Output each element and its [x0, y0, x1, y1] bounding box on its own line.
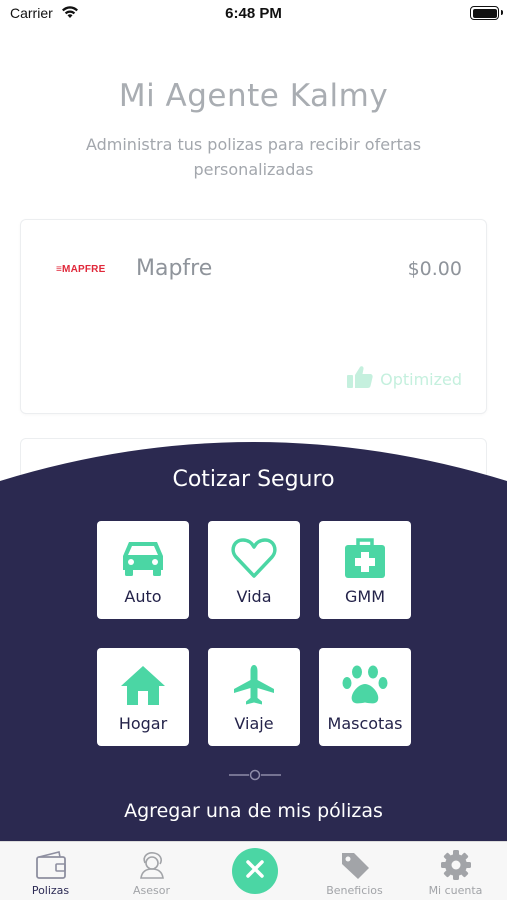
heart-icon: [208, 535, 300, 581]
airplane-icon: [208, 662, 300, 708]
quote-option-label: GMM: [344, 587, 385, 606]
tab-label: Polizas: [31, 884, 70, 897]
quote-title: Cotizar Seguro: [172, 467, 335, 492]
quote-option-label: Viaje: [234, 714, 274, 733]
gear-icon: [405, 848, 506, 882]
quote-option-vida[interactable]: Vida: [208, 521, 300, 619]
tag-icon: [304, 848, 405, 882]
status-bar: Carrier 6:48 PM: [0, 0, 507, 30]
page-subtitle: Administra tus polizas para recibir ofer…: [85, 135, 422, 179]
car-icon: [97, 535, 189, 581]
quote-option-auto[interactable]: Auto: [97, 521, 189, 619]
quote-option-viaje[interactable]: Viaje: [208, 648, 300, 746]
page-indicator: [229, 767, 281, 781]
quote-option-gmm[interactable]: GMM: [319, 521, 411, 619]
optimized-status: Optimized: [346, 365, 462, 393]
clock: 6:48 PM: [225, 5, 282, 22]
insurer-name: Mapfre: [136, 256, 213, 281]
tab-label: Asesor: [132, 884, 170, 897]
tab-label: Mi cuenta: [428, 884, 483, 897]
close-icon: [245, 859, 265, 883]
policy-card[interactable]: ≡MAPFRE Mapfre $0.00 Optimized: [20, 219, 487, 414]
mapfre-logo: ≡MAPFRE: [56, 264, 106, 275]
tab-asesor[interactable]: Asesor: [101, 842, 202, 900]
wallet-icon: [0, 848, 101, 882]
quote-option-hogar[interactable]: Hogar: [97, 648, 189, 746]
page-title: Mi Agente Kalmy: [118, 78, 389, 114]
quote-option-mascotas[interactable]: Mascotas: [319, 648, 411, 746]
paw-icon: [319, 662, 411, 708]
thumbs-up-icon: [346, 365, 374, 393]
battery-icon: [470, 6, 503, 20]
advisor-icon: [101, 848, 202, 882]
add-policy-button[interactable]: Agregar una de mis pólizas: [0, 800, 507, 822]
policy-price: $0.00: [407, 258, 462, 280]
tab-mi-cuenta[interactable]: Mi cuenta: [405, 842, 506, 900]
tab-polizas[interactable]: Polizas: [0, 842, 101, 900]
quote-option-label: Mascotas: [327, 714, 403, 733]
close-button[interactable]: [232, 848, 278, 894]
tab-label: Beneficios: [326, 884, 383, 897]
medical-kit-icon: [319, 535, 411, 581]
tab-bar: Polizas Asesor Beneficios Mi cuenta: [0, 841, 507, 900]
optimized-label: Optimized: [380, 369, 462, 389]
quote-option-label: Hogar: [118, 714, 168, 733]
house-icon: [97, 662, 189, 708]
quote-option-label: Vida: [236, 587, 272, 606]
tab-beneficios[interactable]: Beneficios: [304, 842, 405, 900]
quote-option-label: Auto: [124, 587, 162, 606]
